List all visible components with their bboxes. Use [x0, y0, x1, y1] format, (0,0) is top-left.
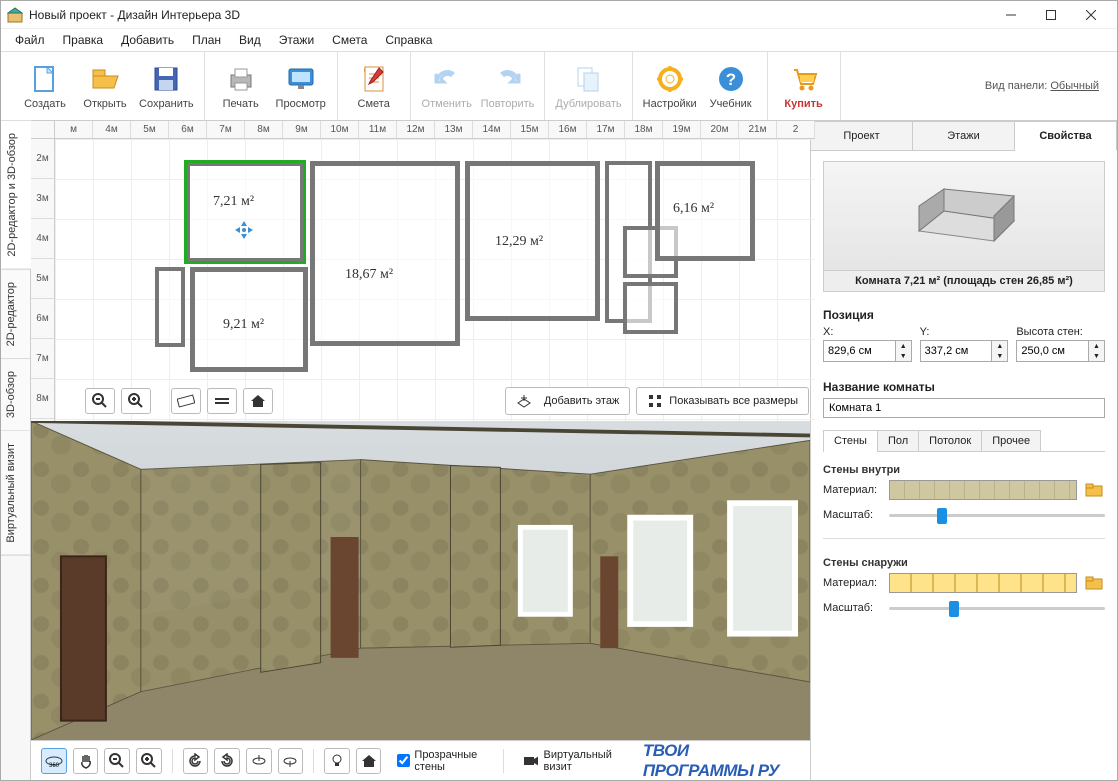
- room-area-label: 9,21 м²: [223, 317, 264, 333]
- room[interactable]: [310, 161, 460, 346]
- room-name-input[interactable]: [823, 398, 1105, 418]
- menu-edit[interactable]: Правка: [55, 31, 112, 49]
- menu-floors[interactable]: Этажи: [271, 31, 322, 49]
- zoom-in-3d-button[interactable]: [136, 748, 162, 774]
- app-icon: [7, 7, 23, 23]
- room[interactable]: [623, 282, 678, 334]
- home-button[interactable]: [243, 388, 273, 414]
- room-area-label: 18,67 м²: [345, 267, 393, 283]
- room[interactable]: [155, 267, 185, 347]
- room-area-label: 12,29 м²: [495, 234, 543, 250]
- zoom-out-button[interactable]: [85, 388, 115, 414]
- x-input[interactable]: ▲▼: [823, 340, 912, 362]
- pan-button[interactable]: [73, 748, 99, 774]
- close-button[interactable]: [1071, 3, 1111, 27]
- transparent-walls-checkbox[interactable]: Прозрачные стены: [397, 749, 493, 773]
- home-3d-button[interactable]: [356, 748, 382, 774]
- create-button[interactable]: Создать: [17, 59, 73, 114]
- vtab-editor[interactable]: 2D-редактор: [1, 270, 30, 359]
- estimate-button[interactable]: Смета: [346, 59, 402, 114]
- position-header: Позиция: [823, 308, 1105, 322]
- zoom-in-button[interactable]: [121, 388, 151, 414]
- measure-button[interactable]: [171, 388, 201, 414]
- maximize-button[interactable]: [1031, 3, 1071, 27]
- menu-estimate[interactable]: Смета: [324, 31, 375, 49]
- lights-button[interactable]: [324, 748, 350, 774]
- tilt-down-button[interactable]: [278, 748, 304, 774]
- room-area-label: 6,16 м²: [673, 201, 714, 217]
- show-sizes-button[interactable]: Показывать все размеры: [636, 387, 809, 415]
- material-inside-swatch[interactable]: [889, 480, 1077, 500]
- panel-mode-link[interactable]: Обычный: [1050, 80, 1099, 92]
- menu-add[interactable]: Добавить: [113, 31, 182, 49]
- minimize-button[interactable]: [991, 3, 1031, 27]
- rtab-project[interactable]: Проект: [811, 121, 913, 150]
- menu-help[interactable]: Справка: [377, 31, 440, 49]
- redo-button[interactable]: Повторить: [479, 59, 537, 114]
- window-title: Новый проект - Дизайн Интерьера 3D: [29, 8, 240, 22]
- room-name-header: Название комнаты: [823, 380, 1105, 394]
- undo-button[interactable]: Отменить: [419, 59, 475, 114]
- browse-material-outside[interactable]: [1083, 573, 1105, 593]
- browse-material-inside[interactable]: [1083, 480, 1105, 500]
- tilt-up-button[interactable]: [246, 748, 272, 774]
- vtab-view3d[interactable]: 3D-обзор: [1, 359, 30, 431]
- svg-text:360: 360: [49, 763, 60, 769]
- tutorial-button[interactable]: ?Учебник: [703, 59, 759, 114]
- preview-button[interactable]: Просмотр: [273, 59, 329, 114]
- room-preview: [823, 161, 1105, 271]
- add-floor-button[interactable]: Добавить этаж: [505, 387, 630, 415]
- zoom-out-3d-button[interactable]: [104, 748, 130, 774]
- walls-outside-header: Стены снаружи: [823, 557, 1105, 569]
- duplicate-button[interactable]: Дублировать: [553, 59, 623, 114]
- subtab-walls[interactable]: Стены: [823, 430, 878, 451]
- subtab-other[interactable]: Прочее: [981, 430, 1041, 451]
- room-area-label: 7,21 м²: [213, 194, 254, 210]
- subtab-floor[interactable]: Пол: [877, 430, 919, 451]
- settings-button[interactable]: Настройки: [641, 59, 699, 114]
- material-outside-swatch[interactable]: [889, 573, 1077, 593]
- floor-plan-canvas[interactable]: 7,21 м² 18,67 м² 12,29 м² 6,16 м² 9,21 м…: [55, 139, 815, 421]
- svg-text:?: ?: [725, 70, 735, 89]
- menu-file[interactable]: Файл: [7, 31, 53, 49]
- open-button[interactable]: Открыть: [77, 59, 133, 114]
- orbit-button[interactable]: 360: [41, 748, 67, 774]
- height-input[interactable]: ▲▼: [1016, 340, 1105, 362]
- scale-inside-slider[interactable]: [889, 506, 1105, 524]
- vtab-virtual[interactable]: Виртуальный визит: [1, 431, 30, 556]
- print-button[interactable]: Печать: [213, 59, 269, 114]
- menu-plan[interactable]: План: [184, 31, 229, 49]
- rtab-floors[interactable]: Этажи: [913, 121, 1015, 150]
- room-selected[interactable]: [185, 161, 305, 263]
- subtab-ceiling[interactable]: Потолок: [918, 430, 982, 451]
- walls-inside-header: Стены внутри: [823, 464, 1105, 476]
- watermark: ТВОИ ПРОГРАММЫ РУ: [643, 741, 800, 781]
- room-info-label: Комната 7,21 м² (площадь стен 26,85 м²): [823, 271, 1105, 292]
- save-button[interactable]: Сохранить: [137, 59, 196, 114]
- ruler-vertical: 2м3м4м5м6м7м8м: [31, 139, 55, 421]
- 3d-viewport[interactable]: [31, 421, 810, 740]
- y-input[interactable]: ▲▼: [920, 340, 1009, 362]
- move-cursor-icon: [235, 221, 253, 239]
- vtab-mixed[interactable]: 2D-редактор и 3D-обзор: [1, 121, 31, 270]
- rtab-properties[interactable]: Свойства: [1015, 121, 1117, 151]
- virtual-visit-button[interactable]: Виртуальный визит: [514, 747, 637, 775]
- ruler-horizontal: м4м5м6м7м8м9м10м11м12м13м14м15м16м17м18м…: [55, 121, 815, 139]
- panel-mode: Вид панели: Обычный: [985, 80, 1109, 92]
- rotate-right-button[interactable]: [214, 748, 240, 774]
- rotate-left-button[interactable]: [183, 748, 209, 774]
- scale-outside-slider[interactable]: [889, 599, 1105, 617]
- grid-button[interactable]: [207, 388, 237, 414]
- menu-view[interactable]: Вид: [231, 31, 269, 49]
- buy-button[interactable]: Купить: [776, 59, 832, 114]
